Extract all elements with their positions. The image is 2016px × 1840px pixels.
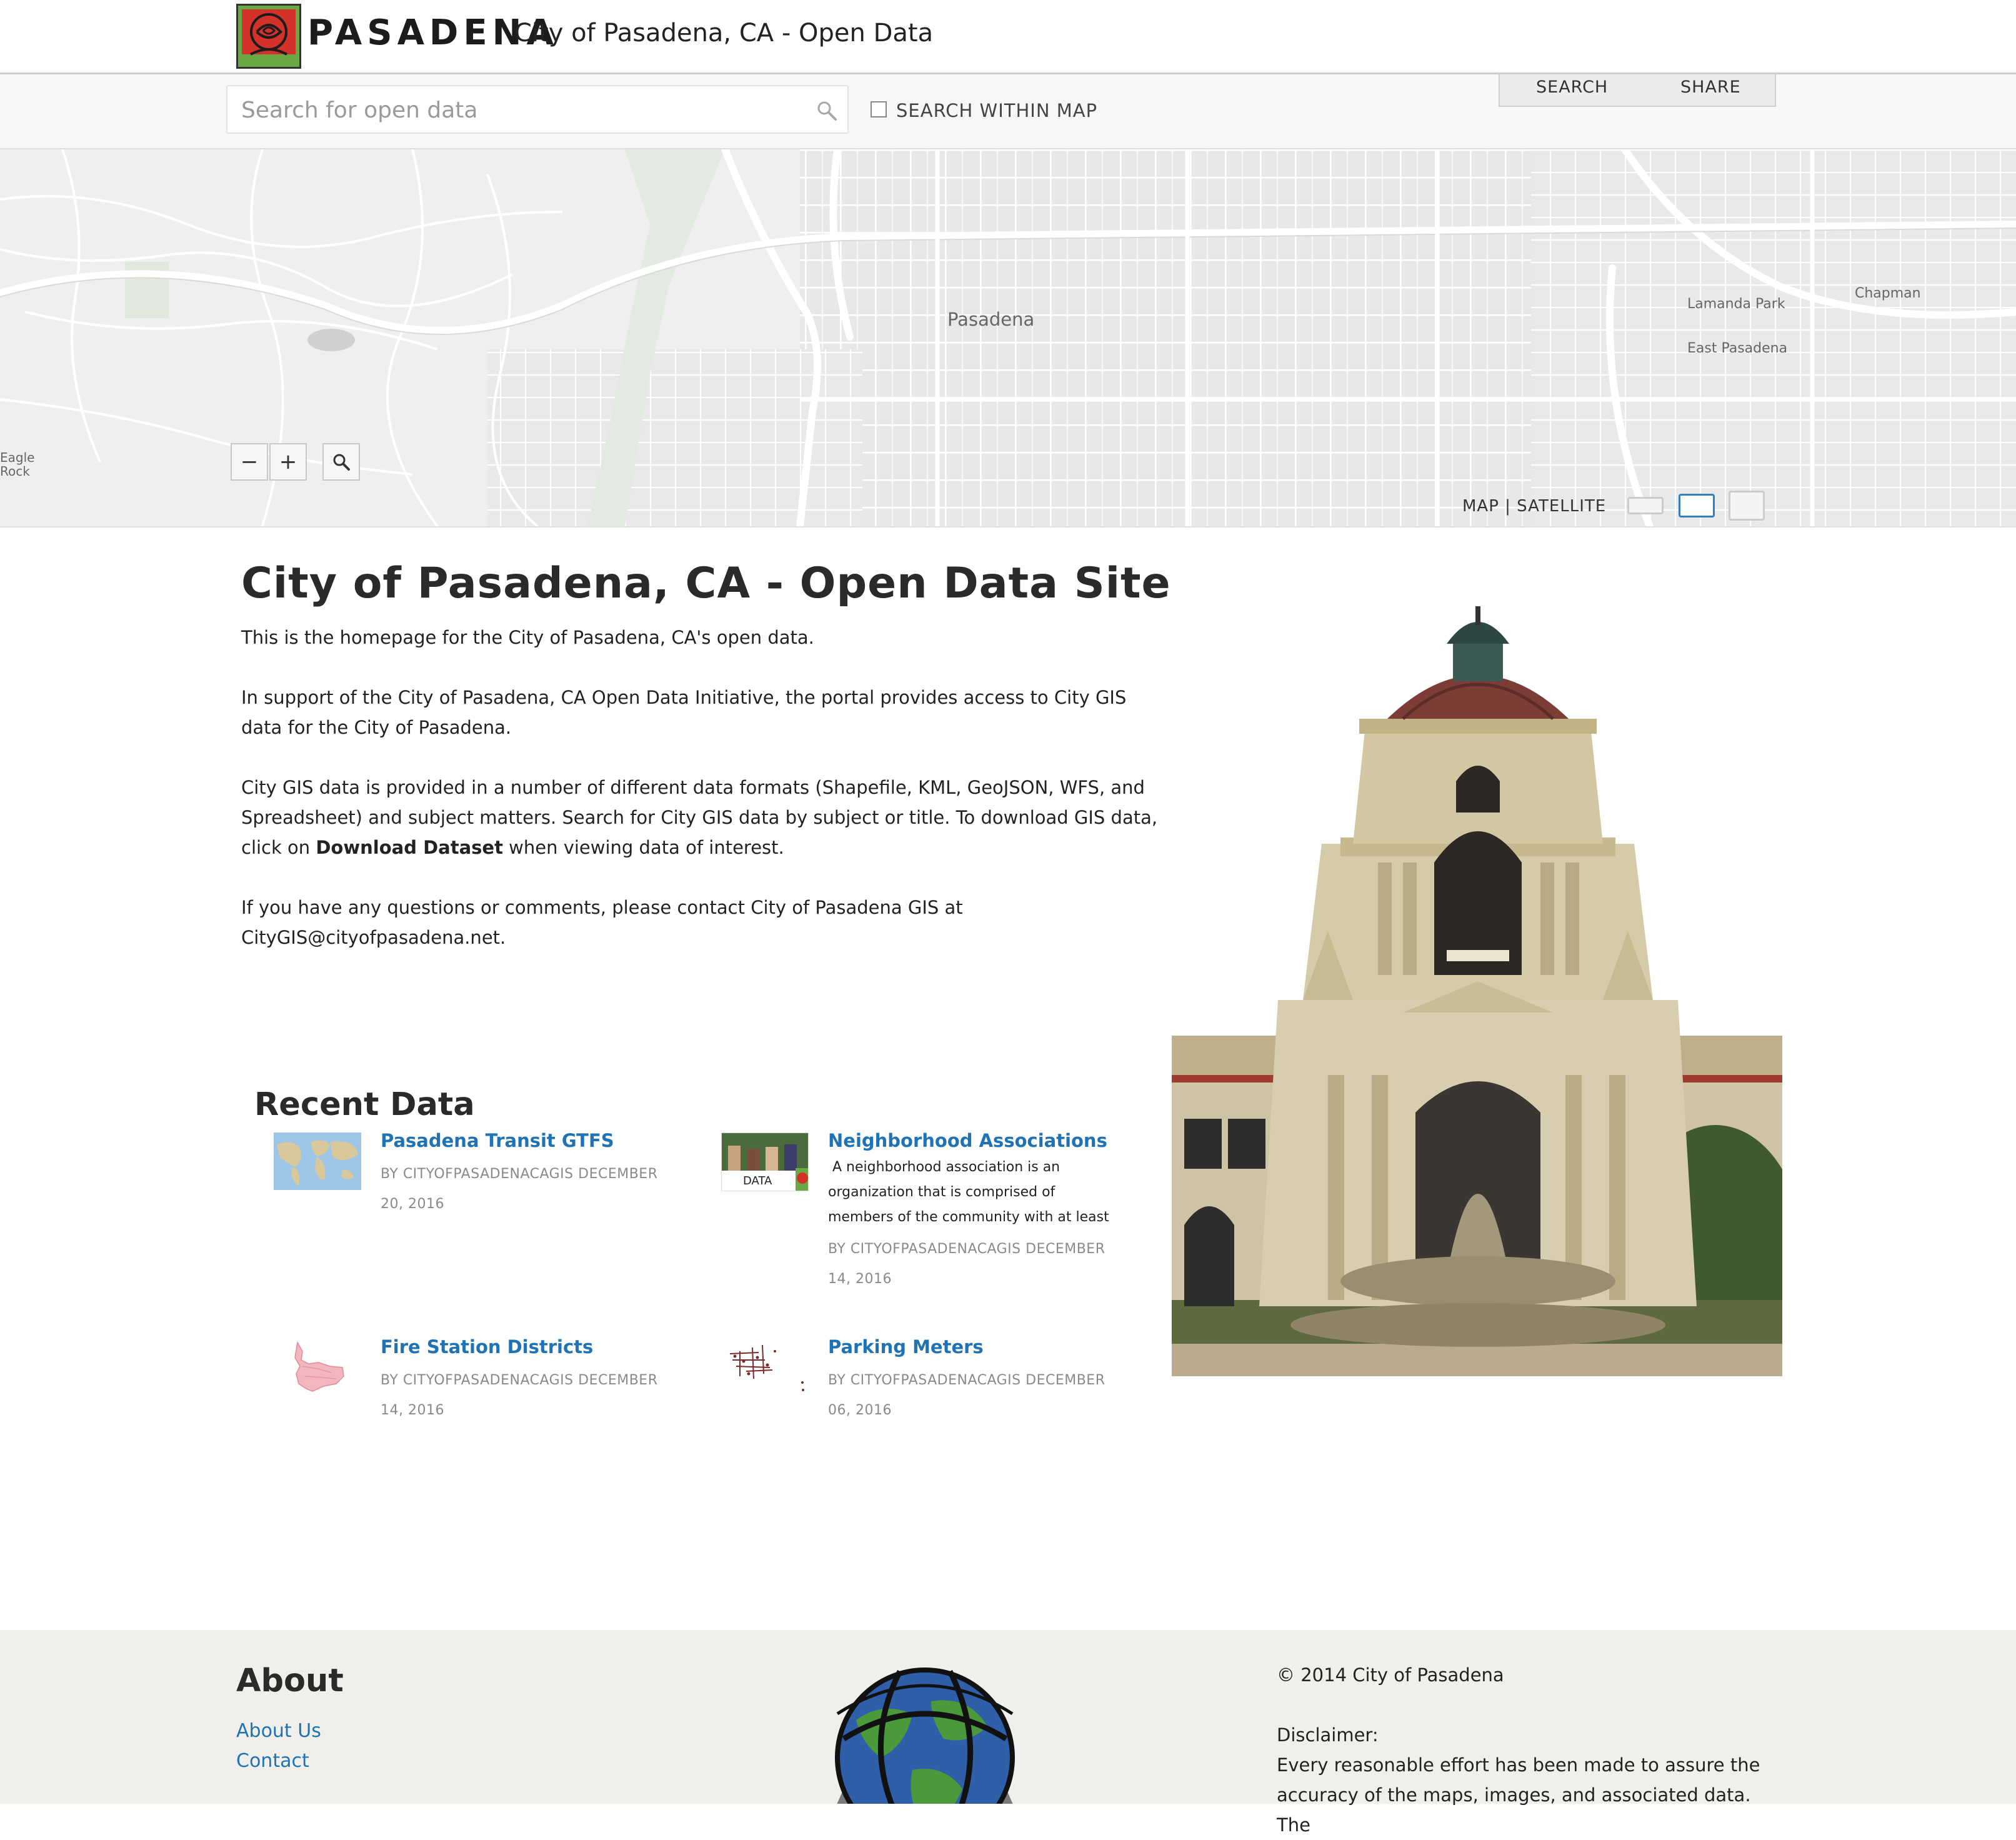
parking-meters-thumbnail[interactable] bbox=[721, 1339, 809, 1396]
intro-paragraph-1: This is the homepage for the City of Pas… bbox=[241, 627, 814, 648]
recent-item-desc-neighborhood-associations: A neighborhood association is an organiz… bbox=[828, 1159, 1109, 1225]
neighborhood-associations-thumbnail[interactable]: DATA bbox=[721, 1132, 809, 1191]
download-dataset-emphasis: Download Dataset bbox=[316, 837, 503, 858]
map-label-rock: Rock bbox=[0, 464, 30, 479]
recent-item-meta-transit-gtfs: BY CITYOFPASADENACAGIS DECEMBER 20, 2016 bbox=[381, 1166, 658, 1212]
globe-logo bbox=[819, 1664, 1031, 1804]
recent-item-meta-parking-meters: BY CITYOFPASADENACAGIS DECEMBER 06, 2016 bbox=[828, 1372, 1105, 1418]
intro-paragraph-4: If you have any questions or comments, p… bbox=[241, 897, 963, 948]
recent-data-heading: Recent Data bbox=[254, 1086, 475, 1123]
basemap-light-option[interactable] bbox=[1627, 497, 1664, 514]
fire-station-districts-thumbnail[interactable] bbox=[274, 1339, 361, 1396]
magnifier-icon bbox=[333, 454, 350, 471]
map-label-eagle: Eagle bbox=[0, 450, 35, 465]
footer-about-heading: About bbox=[236, 1662, 344, 1699]
city-hall-photo bbox=[1172, 600, 1803, 1376]
intro-paragraph-3: City GIS data is provided in a number of… bbox=[241, 772, 1166, 862]
basemap-topo-option[interactable] bbox=[1729, 491, 1765, 521]
recent-item-title-fire-station-districts[interactable]: Fire Station Districts bbox=[381, 1336, 593, 1358]
search-within-map-label[interactable]: SEARCH WITHIN MAP bbox=[896, 100, 1097, 121]
footer-disclaimer-text: Every reasonable effort has been made to… bbox=[1277, 1754, 1760, 1836]
search-icon[interactable] bbox=[816, 100, 837, 121]
top-header bbox=[0, 0, 2016, 74]
recent-item-meta-fire-station-districts: BY CITYOFPASADENACAGIS DECEMBER 14, 2016 bbox=[381, 1372, 658, 1418]
recent-item-title-parking-meters[interactable]: Parking Meters bbox=[828, 1336, 984, 1358]
recent-item-meta-neighborhood-associations: BY CITYOFPASADENACAGIS DECEMBER 14, 2016 bbox=[828, 1241, 1105, 1287]
recent-item-title-neighborhood-associations[interactable]: Neighborhood Associations bbox=[828, 1130, 1107, 1151]
pasadena-rose-logo[interactable] bbox=[236, 4, 301, 69]
page-title: City of Pasadena, CA - Open Data Site bbox=[241, 559, 1171, 608]
zoom-in-button[interactable]: + bbox=[269, 443, 307, 481]
intro-paragraph-3-tail: when viewing data of interest. bbox=[502, 837, 784, 858]
basemap-streets-option[interactable] bbox=[1679, 494, 1715, 518]
search-input[interactable] bbox=[240, 86, 817, 134]
intro-paragraph-2: In support of the City of Pasadena, CA O… bbox=[241, 687, 1127, 738]
site-title[interactable]: City of Pasadena, CA - Open Data bbox=[514, 19, 933, 48]
map-label-pasadena: Pasadena bbox=[947, 309, 1035, 330]
recent-item-title-transit-gtfs[interactable]: Pasadena Transit GTFS bbox=[381, 1130, 614, 1151]
zoom-out-button[interactable]: − bbox=[231, 443, 268, 481]
footer-link-contact[interactable]: Contact bbox=[236, 1750, 309, 1772]
tab-share[interactable]: SHARE bbox=[1680, 78, 1741, 97]
footer-disclaimer-heading: Disclaimer: bbox=[1277, 1724, 1379, 1746]
map-label-chapman: Chapman bbox=[1855, 286, 1921, 301]
map-satellite-toggle[interactable]: MAP | SATELLITE bbox=[1462, 497, 1606, 516]
map-search-button[interactable] bbox=[322, 443, 360, 481]
search-box bbox=[226, 85, 849, 134]
map-label-lamanda-park: Lamanda Park bbox=[1687, 296, 1785, 312]
map-label-east-pasadena: East Pasadena bbox=[1687, 341, 1788, 356]
map-label-eagle-rock: Eagle Rock bbox=[0, 451, 34, 478]
thumbnail-data-label: DATA bbox=[743, 1174, 772, 1188]
footer-link-about-us[interactable]: About Us bbox=[236, 1720, 321, 1742]
transit-gtfs-thumbnail[interactable] bbox=[274, 1132, 361, 1190]
footer-copyright: © 2014 City of Pasadena bbox=[1277, 1664, 1504, 1686]
search-within-map-checkbox[interactable] bbox=[871, 101, 887, 118]
tab-search[interactable]: SEARCH bbox=[1536, 78, 1608, 97]
